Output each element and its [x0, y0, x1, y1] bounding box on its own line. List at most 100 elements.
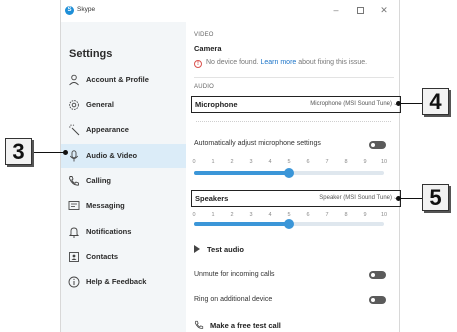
ring-toggle[interactable]	[369, 296, 386, 304]
speaker-scale-tick-label: 5	[287, 212, 291, 218]
speaker-volume-fill	[194, 222, 289, 226]
info-icon	[68, 276, 80, 288]
auto-adjust-label: Automatically adjust microphone settings	[194, 140, 321, 147]
speaker-scale-tick-label: 0	[192, 212, 196, 218]
sidebar-item-appearance[interactable]: Appearance	[61, 118, 186, 142]
minimize-button[interactable]: –	[326, 4, 346, 16]
sidebar-item-label: Contacts	[86, 252, 119, 261]
phone-icon	[194, 320, 204, 329]
auto-adjust-toggle[interactable]	[369, 141, 386, 149]
sidebar-item-messaging[interactable]: Messaging	[61, 194, 186, 218]
sidebar-item-account-profile[interactable]: Account & Profile	[61, 68, 186, 92]
speakers-device-value: Speaker (MSI Sound Tune)	[319, 195, 392, 201]
speaker-volume-slider[interactable]	[194, 219, 384, 229]
camera-label: Camera	[194, 44, 222, 53]
close-button[interactable]: ✕	[374, 4, 394, 16]
warning-text: No device found.	[206, 59, 259, 66]
bell-icon	[68, 227, 80, 238]
wand-icon	[69, 124, 80, 136]
audio-video-settings-panel: VIDEO Camera ! No device found. Learn mor…	[186, 22, 401, 332]
window-title: Skype	[77, 6, 96, 13]
maximize-icon	[356, 7, 364, 15]
settings-title: Settings	[69, 48, 113, 60]
sidebar-item-label: General	[86, 100, 114, 109]
mic-volume-thumb[interactable]	[284, 168, 294, 178]
title-bar: S Skype – ✕	[61, 0, 401, 22]
person-icon	[69, 74, 79, 86]
unmute-label: Unmute for incoming calls	[194, 271, 275, 278]
mic-scale-tick-label: 0	[192, 159, 196, 165]
mic-scale-tick-label: 4	[268, 159, 272, 165]
callout-5-dot	[396, 196, 401, 201]
speaker-scale-tick-label: 7	[325, 212, 329, 218]
mic-scale-tick-label: 8	[344, 159, 348, 165]
speaker-scale-tick-label: 8	[344, 212, 348, 218]
callout-4-line	[398, 103, 422, 104]
sidebar-item-label: Account & Profile	[86, 75, 149, 84]
learn-more-link[interactable]: Learn more	[261, 59, 297, 66]
mic-scale-tick-label: 6	[306, 159, 310, 165]
test-audio-label: Test audio	[207, 245, 244, 254]
speaker-volume-scale: 0 1 2 3 4 5 6 7 8 9 10	[192, 212, 394, 220]
speaker-scale-tick-label: 2	[230, 212, 234, 218]
sidebar-item-calling[interactable]: Calling	[61, 169, 186, 193]
skype-window: S Skype – ✕ Settings Account & Profile G…	[60, 0, 401, 332]
warning-suffix-text: about fixing this issue.	[298, 59, 368, 66]
sidebar-item-label: Calling	[86, 176, 112, 185]
callout-5: 5	[422, 184, 449, 211]
speaker-scale-tick-label: 1	[211, 212, 215, 218]
sidebar-item-audio-video[interactable]: Audio & Video	[61, 144, 186, 168]
phone-icon	[69, 176, 79, 186]
speaker-volume-thumb[interactable]	[284, 219, 294, 229]
mic-volume-slider[interactable]	[194, 168, 384, 178]
mic-scale-tick-label: 3	[249, 159, 253, 165]
callout-4-dot	[396, 101, 401, 106]
sidebar-item-label: Notifications	[86, 227, 132, 236]
unmute-toggle[interactable]	[369, 271, 386, 279]
microphone-device-select[interactable]: Microphone Microphone (MSI Sound Tune) ⌄	[191, 96, 401, 113]
mic-volume-scale: 0 1 2 3 4 5 6 7 8 9 10	[192, 159, 394, 167]
skype-logo-icon: S	[65, 6, 74, 15]
test-audio-button[interactable]: Test audio	[194, 245, 244, 254]
speakers-label: Speakers	[195, 194, 229, 203]
mic-scale-tick-label: 10	[380, 159, 388, 165]
camera-warning: ! No device found. Learn more about fixin…	[194, 59, 367, 68]
speaker-scale-tick-label: 10	[380, 212, 388, 218]
speaker-scale-tick-label: 4	[268, 212, 272, 218]
microphone-icon	[69, 150, 79, 162]
sidebar-item-label: Audio & Video	[86, 151, 138, 160]
speaker-scale-tick-label: 3	[249, 212, 253, 218]
sidebar-item-label: Appearance	[86, 125, 129, 134]
warning-icon: !	[194, 60, 202, 68]
mic-scale-tick-label: 5	[287, 159, 291, 165]
ring-label: Ring on additional device	[194, 296, 273, 303]
sidebar-item-label: Messaging	[86, 201, 125, 210]
callout-3-line	[34, 152, 65, 153]
callout-3-dot	[63, 150, 68, 155]
sidebar-item-contacts[interactable]: Contacts	[61, 245, 186, 269]
settings-sidebar: Settings Account & Profile General Appea…	[61, 22, 186, 332]
sidebar-item-label: Help & Feedback	[86, 277, 147, 286]
callout-5-line	[398, 198, 422, 199]
callout-3: 3	[5, 138, 32, 165]
sidebar-item-general[interactable]: General	[61, 93, 186, 117]
sidebar-item-help-feedback[interactable]: Help & Feedback	[61, 270, 186, 294]
speakers-device-select[interactable]: Speakers Speaker (MSI Sound Tune) ⌄	[191, 190, 401, 207]
gear-icon	[69, 100, 79, 110]
sidebar-item-notifications[interactable]: Notifications	[61, 220, 186, 244]
speaker-scale-tick-label: 6	[306, 212, 310, 218]
section-divider	[194, 77, 394, 78]
callout-4: 4	[422, 88, 449, 115]
mic-level-meter	[196, 121, 391, 122]
audio-section-title: AUDIO	[194, 84, 215, 90]
mic-scale-tick-label: 9	[363, 159, 367, 165]
contacts-icon	[69, 252, 79, 262]
free-test-call-button[interactable]: Make a free test call	[194, 320, 281, 330]
microphone-device-value: Microphone (MSI Sound Tune)	[310, 101, 392, 107]
mic-scale-tick-label: 2	[230, 159, 234, 165]
microphone-label: Microphone	[195, 100, 238, 109]
free-call-label: Make a free test call	[210, 321, 281, 330]
mic-scale-tick-label: 1	[211, 159, 215, 165]
maximize-button[interactable]	[350, 4, 370, 16]
mic-volume-fill	[194, 171, 289, 175]
